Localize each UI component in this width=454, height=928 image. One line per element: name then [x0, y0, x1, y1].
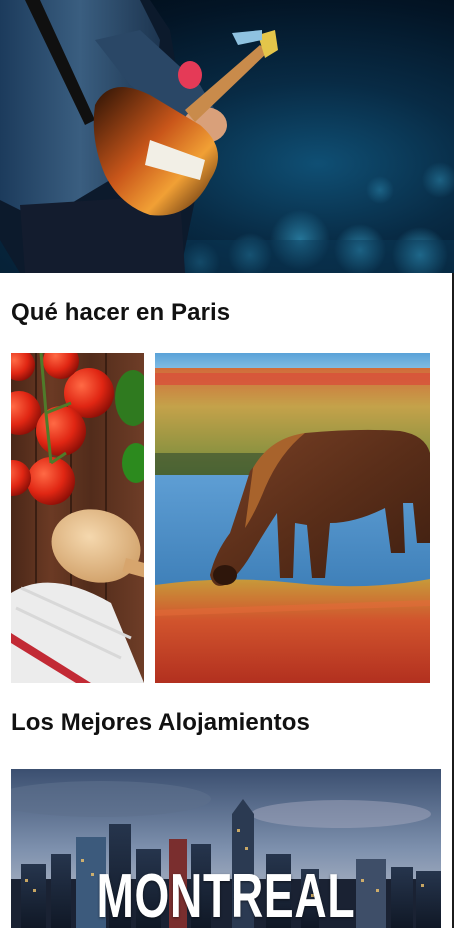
- accommodation-card-montreal[interactable]: MONTREAL: [11, 769, 441, 928]
- horse-marsh-image: [155, 353, 430, 683]
- activity-card-food[interactable]: [11, 353, 144, 683]
- app-screen: Qué hacer en Paris Los Mejores Alojamien…: [0, 0, 454, 928]
- accommodation-city-label: MONTREAL: [96, 862, 356, 928]
- section-title-things-to-do: Qué hacer en Paris: [11, 299, 231, 326]
- hero-image[interactable]: [0, 0, 454, 273]
- section-title-best-stays: Los Mejores Alojamientos: [11, 709, 310, 736]
- hero-illustration: [0, 0, 454, 273]
- tomatoes-spoon-image: [11, 353, 144, 683]
- activity-card-horse[interactable]: [155, 353, 430, 683]
